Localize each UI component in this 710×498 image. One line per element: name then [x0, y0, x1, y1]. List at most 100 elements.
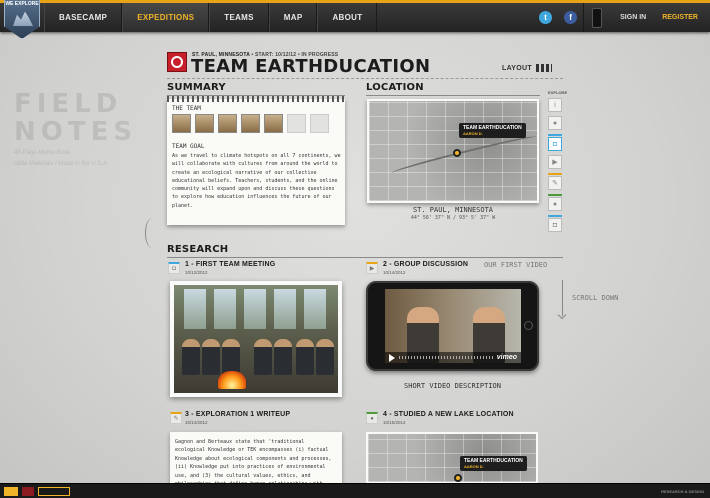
- page-title: TEAM EARTHDUCATION: [191, 56, 431, 77]
- avatar[interactable]: [218, 114, 237, 133]
- team-meeting-photo[interactable]: [170, 281, 342, 397]
- phone-icon: [592, 7, 603, 28]
- scroll-down-hint: SCROLL DOWN: [572, 294, 619, 302]
- card-date: 10/12/2012: [185, 270, 208, 275]
- sign-in-link[interactable]: SIGN IN: [612, 14, 654, 21]
- photo-person: [316, 339, 334, 375]
- card-title[interactable]: 1 - FIRST TEAM MEETING: [185, 261, 275, 268]
- facebook-icon[interactable]: f: [564, 11, 578, 24]
- field-notes-title: FIELD NOTES: [14, 89, 138, 147]
- scroll-arrow-icon: [562, 280, 563, 316]
- logo-explorers-icon: [13, 11, 33, 26]
- field-notes-watermark: FIELD NOTES 48-Page Memo Book rable Mate…: [14, 90, 154, 190]
- summary-heading: SUMMARY: [167, 82, 226, 93]
- main-nav: BASECAMP EXPEDITIONS TEAMS MAP ABOUT: [44, 3, 378, 32]
- photo-person: [274, 339, 292, 375]
- field-notes-sub2: rable Materials / Made in the U.S.A.: [14, 161, 109, 167]
- nav-about[interactable]: ABOUT: [317, 3, 378, 32]
- photo-person: [254, 339, 272, 375]
- vimeo-logo: vimeo: [496, 354, 517, 361]
- group-discussion-video[interactable]: vimeo: [366, 281, 539, 371]
- location-rule: [366, 95, 540, 96]
- location-heading: LOCATION: [366, 82, 424, 93]
- card-date: 10/14/2012: [185, 420, 208, 425]
- register-link[interactable]: REGISTER: [654, 14, 710, 21]
- photo-window: [244, 289, 266, 329]
- location-pin-icon: ●: [366, 412, 378, 424]
- info-icon[interactable]: i: [548, 98, 562, 112]
- layout-control[interactable]: LAYOUT: [502, 64, 552, 72]
- pencil-icon: ✎: [170, 412, 182, 424]
- map-caption: ST. PAUL, MINNESOTA 44° 56' 37" N / 93° …: [367, 206, 539, 221]
- avatar[interactable]: [172, 114, 191, 133]
- top-nav-bar: BASECAMP EXPEDITIONS TEAMS MAP ABOUT t f…: [0, 0, 710, 32]
- nav-expeditions[interactable]: EXPEDITIONS: [122, 3, 210, 32]
- video-play-icon[interactable]: ▶: [548, 155, 562, 169]
- location-pin-icon[interactable]: ●: [548, 197, 562, 211]
- nav-right: t f SIGN IN REGISTER: [533, 3, 710, 32]
- photo-window: [214, 289, 236, 329]
- summary-notebook: THE TEAM TEAM GOAL As we travel to clima…: [167, 96, 345, 225]
- map-pin-icon[interactable]: [454, 474, 462, 482]
- card-title[interactable]: 2 - GROUP DISCUSSION: [383, 261, 468, 268]
- layout-label: LAYOUT: [502, 64, 532, 72]
- footer: RESEARCH & DESIGN: [0, 483, 710, 498]
- header-divider: [167, 78, 563, 79]
- nav-teams[interactable]: TEAMS: [209, 3, 269, 32]
- footer-credit: RESEARCH & DESIGN: [661, 489, 704, 494]
- tick: [548, 134, 562, 136]
- video-play-icon: ▶: [366, 262, 378, 274]
- card-date: 10/15/2012: [383, 420, 406, 425]
- notebook-spiral: [167, 96, 345, 102]
- avatar[interactable]: [264, 114, 283, 133]
- map-pin-icon[interactable]: [453, 149, 461, 157]
- camera-icon[interactable]: ◘: [548, 218, 562, 232]
- team-goal-label: TEAM GOAL: [172, 143, 205, 150]
- avatar[interactable]: [195, 114, 214, 133]
- layout-grid-icon[interactable]: [535, 64, 552, 72]
- photo-person: [202, 339, 220, 375]
- research-rule: [167, 257, 563, 258]
- logo-text: WE EXPLORE: [5, 1, 39, 7]
- twitter-icon[interactable]: t: [539, 11, 553, 24]
- national-geographic-logo[interactable]: [38, 487, 70, 496]
- team-goal-text: As we travel to climate hotspots on all …: [172, 153, 341, 209]
- location-pin-icon[interactable]: ●: [548, 116, 562, 130]
- play-icon[interactable]: [389, 353, 395, 362]
- nav-basecamp[interactable]: BASECAMP: [44, 3, 123, 32]
- camera-icon[interactable]: ◘: [548, 137, 562, 151]
- team-logo-icon: [167, 52, 187, 72]
- photo-window: [304, 289, 326, 329]
- field-notes-sub1: 48-Page Memo Book: [14, 150, 71, 156]
- writeup-card[interactable]: Gagnon and Berteaux state that 'traditio…: [170, 432, 342, 487]
- photo-person: [296, 339, 314, 375]
- card-title[interactable]: 3 - EXPLORATION 1 WRITEUP: [185, 411, 290, 418]
- lake-location-map[interactable]: TEAM EARTHDUCATION AARON D.: [366, 432, 538, 484]
- video-controls: vimeo: [385, 352, 521, 363]
- tick: [548, 215, 562, 217]
- team-avatars: [172, 114, 333, 133]
- we-explore-logo[interactable]: WE EXPLORE: [4, 0, 40, 39]
- tick: [548, 173, 562, 175]
- location-map[interactable]: TEAM EARTHDUCATION AARON D.: [367, 99, 539, 203]
- writeup-text: Gagnon and Berteaux state that 'traditio…: [175, 439, 332, 487]
- photo-scene: [174, 285, 338, 393]
- tick: [548, 194, 562, 196]
- video-progress[interactable]: [399, 356, 493, 359]
- hint-arrow: [145, 218, 159, 248]
- map-coords: 44° 56' 37" N / 93° 5' 37" W: [410, 215, 496, 221]
- avatar-empty: [287, 114, 306, 133]
- card-title[interactable]: 4 - STUDIED A NEW LAKE LOCATION: [383, 411, 514, 418]
- video-screen[interactable]: vimeo: [385, 289, 521, 363]
- explore-label: EXPLORE: [548, 90, 568, 95]
- callout-sub: AARON D.: [463, 131, 483, 136]
- map-callout: TEAM EARTHDUCATION AARON D.: [459, 123, 526, 138]
- nav-map[interactable]: MAP: [268, 3, 318, 32]
- camera-icon: ◘: [168, 262, 180, 274]
- video-caption: SHORT VIDEO DESCRIPTION: [404, 382, 501, 390]
- map-callout: TEAM EARTHDUCATION AARON D.: [460, 456, 527, 471]
- minnesota-logo[interactable]: [22, 487, 34, 496]
- sponsor-logo[interactable]: [4, 487, 18, 496]
- pencil-icon[interactable]: ✎: [548, 176, 562, 190]
- avatar[interactable]: [241, 114, 260, 133]
